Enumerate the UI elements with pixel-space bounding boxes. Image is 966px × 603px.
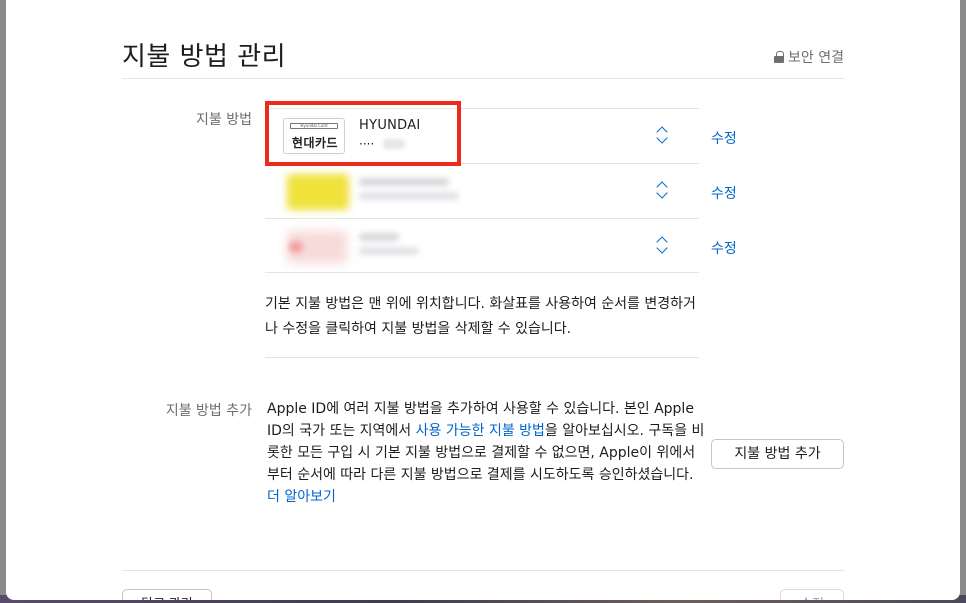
reorder-arrows-icon[interactable] [655, 235, 669, 257]
payment-management-sheet: 지불 방법 관리 보안 연결 지불 방법 Hyundai Card 현대카드 H… [6, 0, 960, 600]
redacted-card-number [359, 247, 419, 255]
add-payment-method-label: 지불 방법 추가 [165, 403, 252, 419]
learn-more-link[interactable]: 더 알아보기 [267, 489, 336, 505]
secure-connection-label: 보안 연결 [788, 50, 844, 66]
edit-payment-method-1-link[interactable]: 수정 [711, 128, 737, 148]
reorder-arrows-icon[interactable] [655, 180, 669, 202]
redacted-card-logo [287, 174, 349, 210]
add-payment-description: Apple ID에 여러 지불 방법을 추가하여 사용할 수 있습니다. 본인 … [267, 398, 707, 508]
payment-method-row-redacted-2 [265, 218, 699, 273]
backdrop-right [960, 0, 966, 603]
redacted-card-logo-mark [289, 241, 303, 253]
highlight-annotation-box [265, 101, 461, 166]
redacted-card-number [359, 192, 459, 200]
footer-divider [122, 570, 844, 571]
redacted-card-name [359, 233, 399, 241]
lock-icon [774, 51, 785, 63]
page-title: 지불 방법 관리 [122, 42, 287, 72]
footer-left-button[interactable]: 닫고 관리 [122, 589, 212, 600]
secure-connection-badge: 보안 연결 [774, 47, 844, 67]
available-payment-methods-link[interactable]: 사용 가능한 지불 방법 [416, 423, 545, 439]
edit-payment-method-2-link[interactable]: 수정 [711, 183, 737, 203]
payment-methods-label: 지불 방법 [196, 112, 252, 128]
add-payment-method-button[interactable]: 지불 방법 추가 [711, 439, 844, 469]
redacted-card-name [359, 178, 449, 186]
footer-right-button[interactable]: 수정 [780, 589, 844, 600]
section-divider [265, 357, 699, 358]
payment-methods-note: 기본 지불 방법은 맨 위에 위치합니다. 화살표를 사용하여 순서를 변경하거… [265, 296, 696, 337]
sheet-header: 지불 방법 관리 보안 연결 [122, 36, 844, 79]
reorder-arrows-icon[interactable] [655, 125, 669, 147]
payment-method-row-redacted-1 [265, 163, 699, 218]
edit-payment-method-3-link[interactable]: 수정 [711, 238, 737, 258]
